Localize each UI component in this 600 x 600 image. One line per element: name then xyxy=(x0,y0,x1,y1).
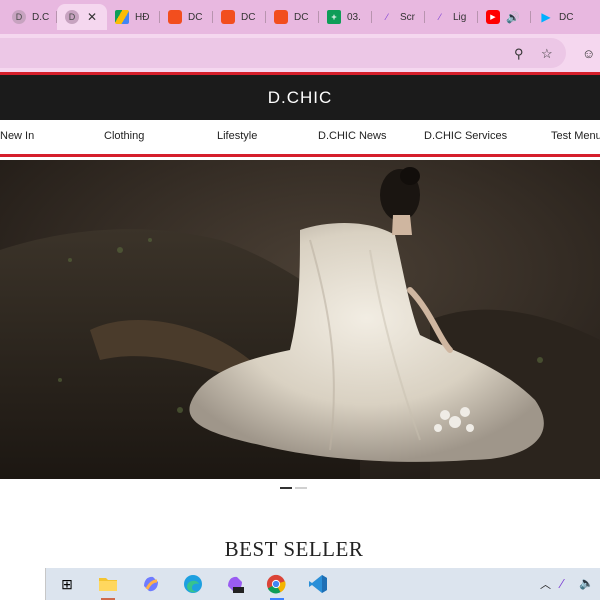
nav-accent-line xyxy=(0,154,600,157)
site-header: D.CHIC xyxy=(0,75,600,120)
tab-label: D.C xyxy=(32,11,50,23)
dchic-icon: D xyxy=(65,10,79,24)
tab-11[interactable]: ▶ DC xyxy=(531,4,584,30)
carousel-dot[interactable] xyxy=(295,487,307,489)
tab-label: DC xyxy=(559,11,574,23)
nav-dchic-services[interactable]: D.CHIC Services xyxy=(424,130,507,142)
vscode-icon[interactable] xyxy=(308,574,328,594)
tab-4[interactable]: DC xyxy=(160,4,213,30)
tab-3[interactable]: HĐ xyxy=(107,4,160,30)
task-view-icon[interactable]: ⊞ xyxy=(57,574,77,594)
drive-icon xyxy=(115,10,129,24)
tab-label: Scr xyxy=(400,11,415,23)
tab-8[interactable]: ⁄ Scr xyxy=(372,4,425,30)
browser-tab-strip: D D.C D ✕ HĐ DC DC DC + 03. ⁄ Scr ⁄ Lig … xyxy=(0,0,600,34)
tab-10[interactable]: ▶ 🔊 xyxy=(478,4,531,30)
bookmark-star-icon[interactable]: ☆ xyxy=(541,46,553,62)
tab-5[interactable]: DC xyxy=(213,4,266,30)
nav-clothing[interactable]: Clothing xyxy=(104,130,144,142)
pen-icon: ⁄ xyxy=(386,12,388,22)
tab-1[interactable]: D D.C xyxy=(4,4,57,30)
file-explorer-icon[interactable] xyxy=(98,574,118,600)
figma-icon xyxy=(221,10,235,24)
nav-test-menu[interactable]: Test Menu xyxy=(551,130,600,142)
zoom-icon[interactable]: ⚲ xyxy=(514,46,524,62)
close-icon[interactable]: ✕ xyxy=(87,10,97,24)
tab-label: DC xyxy=(294,11,309,23)
nav-lifestyle[interactable]: Lifestyle xyxy=(217,130,257,142)
taskbar-search-box[interactable] xyxy=(0,568,46,600)
copilot-pro-icon[interactable] xyxy=(225,574,245,594)
address-bar[interactable] xyxy=(0,38,566,68)
tab-label: Lig xyxy=(453,11,467,23)
site-logo[interactable]: D.CHIC xyxy=(268,88,333,108)
sheets-icon: + xyxy=(327,10,341,24)
pen-icon[interactable]: ⁄ xyxy=(561,576,563,591)
tab-6[interactable]: DC xyxy=(266,4,319,30)
windows-taskbar: ⊞ ︿ ⁄ 🔈 xyxy=(0,568,600,600)
chevron-up-icon[interactable]: ︿ xyxy=(540,576,551,592)
browser-toolbar: ⚲ ☆ ☺ xyxy=(0,34,600,72)
figma-icon xyxy=(274,10,288,24)
speaker-icon[interactable]: 🔈 xyxy=(579,576,594,590)
carousel-dot-active[interactable] xyxy=(280,487,292,489)
tab-label: 03. xyxy=(347,11,361,23)
main-nav: New In Clothing Lifestyle D.CHIC News D.… xyxy=(0,120,600,154)
edge-icon[interactable] xyxy=(183,574,203,594)
tab-7[interactable]: + 03. xyxy=(319,4,372,30)
carousel-indicators xyxy=(280,487,307,489)
profile-avatar-icon[interactable]: ☺ xyxy=(582,46,595,61)
tab-label: HĐ xyxy=(135,11,150,23)
tab-2-active[interactable]: D ✕ xyxy=(57,4,107,30)
pen-icon: ⁄ xyxy=(439,12,441,22)
youtube-icon: ▶ xyxy=(486,10,500,24)
chrome-icon[interactable] xyxy=(266,574,286,600)
nav-dchic-news[interactable]: D.CHIC News xyxy=(318,130,386,142)
tab-label: DC xyxy=(241,11,256,23)
tab-9[interactable]: ⁄ Lig xyxy=(425,4,478,30)
hero-photo xyxy=(0,160,600,479)
play-icon: ▶ xyxy=(541,10,551,24)
hero-banner-image[interactable] xyxy=(0,160,600,479)
dchic-icon: D xyxy=(12,10,26,24)
best-seller-heading: BEST SELLER xyxy=(224,537,364,561)
copilot-icon[interactable] xyxy=(141,574,161,594)
figma-icon xyxy=(168,10,182,24)
nav-new-in[interactable]: New In xyxy=(0,130,34,142)
tab-label: DC xyxy=(188,11,203,23)
speaker-icon: 🔊 xyxy=(506,11,520,24)
